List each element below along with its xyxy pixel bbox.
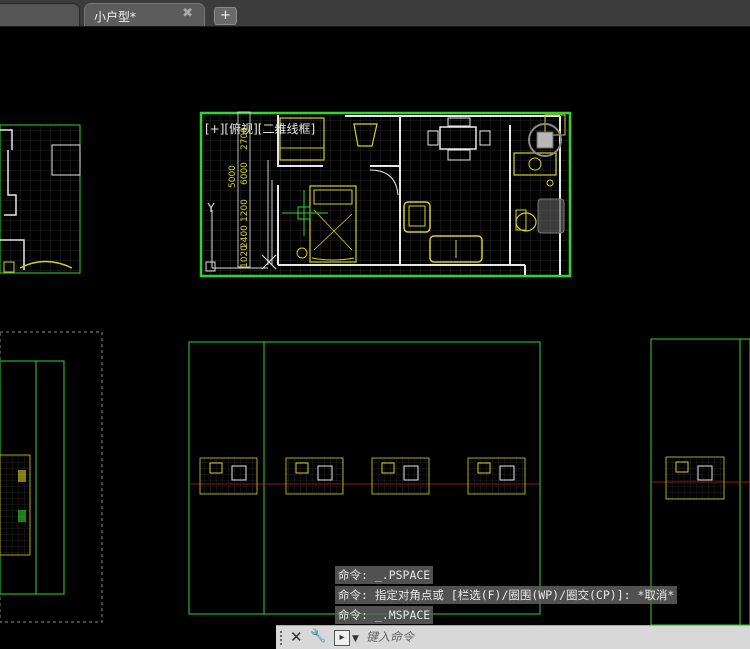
command-history-line: 命令: 指定对角点或 [栏选(F)/圈围(WP)/圈交(CP)]: *取消* (335, 586, 678, 604)
dim-2400: 2400 (240, 225, 250, 248)
command-history-line: 命令: _.PSPACE (335, 566, 434, 584)
tab-active-drawing[interactable]: 小户型* ✖ (84, 3, 205, 26)
new-tab-button[interactable]: + (214, 7, 237, 25)
thumbnail-plan-1[interactable] (199, 457, 258, 495)
drawing-canvas[interactable]: Y 2700 6000 5000 1200 2400 1020 (0, 27, 750, 625)
tab-previous-drawing[interactable] (0, 3, 80, 26)
navigation-bar[interactable] (537, 198, 565, 234)
dim-6000: 6000 (240, 162, 250, 185)
dim-1200: 1200 (240, 199, 250, 222)
command-prompt-icon[interactable]: ▸ (334, 630, 350, 646)
thumbnail-plan-2[interactable] (285, 457, 344, 495)
chevron-down-icon[interactable]: ▼ (352, 630, 359, 648)
tab-label: 小户型* (94, 10, 137, 24)
ucs-y-label: Y (206, 201, 215, 215)
thumbnail-plan-5[interactable] (665, 456, 725, 500)
close-icon[interactable]: ✖ (182, 6, 193, 21)
layout-viewport-left-top[interactable] (0, 124, 81, 274)
drag-handle-icon[interactable] (280, 631, 288, 645)
thumbnail-plan-3[interactable] (371, 457, 430, 495)
viewport-controls-label[interactable]: [+][俯视][二维线框] (205, 120, 315, 137)
layout-sheet-left[interactable] (0, 331, 103, 623)
dim-1020: 1020 (240, 245, 250, 268)
dim-5000: 5000 (228, 165, 238, 188)
wrench-icon[interactable]: 🔧 (310, 628, 326, 646)
thumbnail-plan-4[interactable] (467, 457, 526, 495)
command-history-line: 命令: _.MSPACE (335, 606, 434, 624)
document-tab-bar: 小户型* ✖ + (0, 0, 750, 27)
viewcube[interactable] (536, 131, 554, 149)
layout-sheet-right[interactable] (650, 338, 750, 625)
close-icon[interactable]: ✕ (290, 628, 303, 646)
command-input[interactable] (362, 627, 750, 647)
